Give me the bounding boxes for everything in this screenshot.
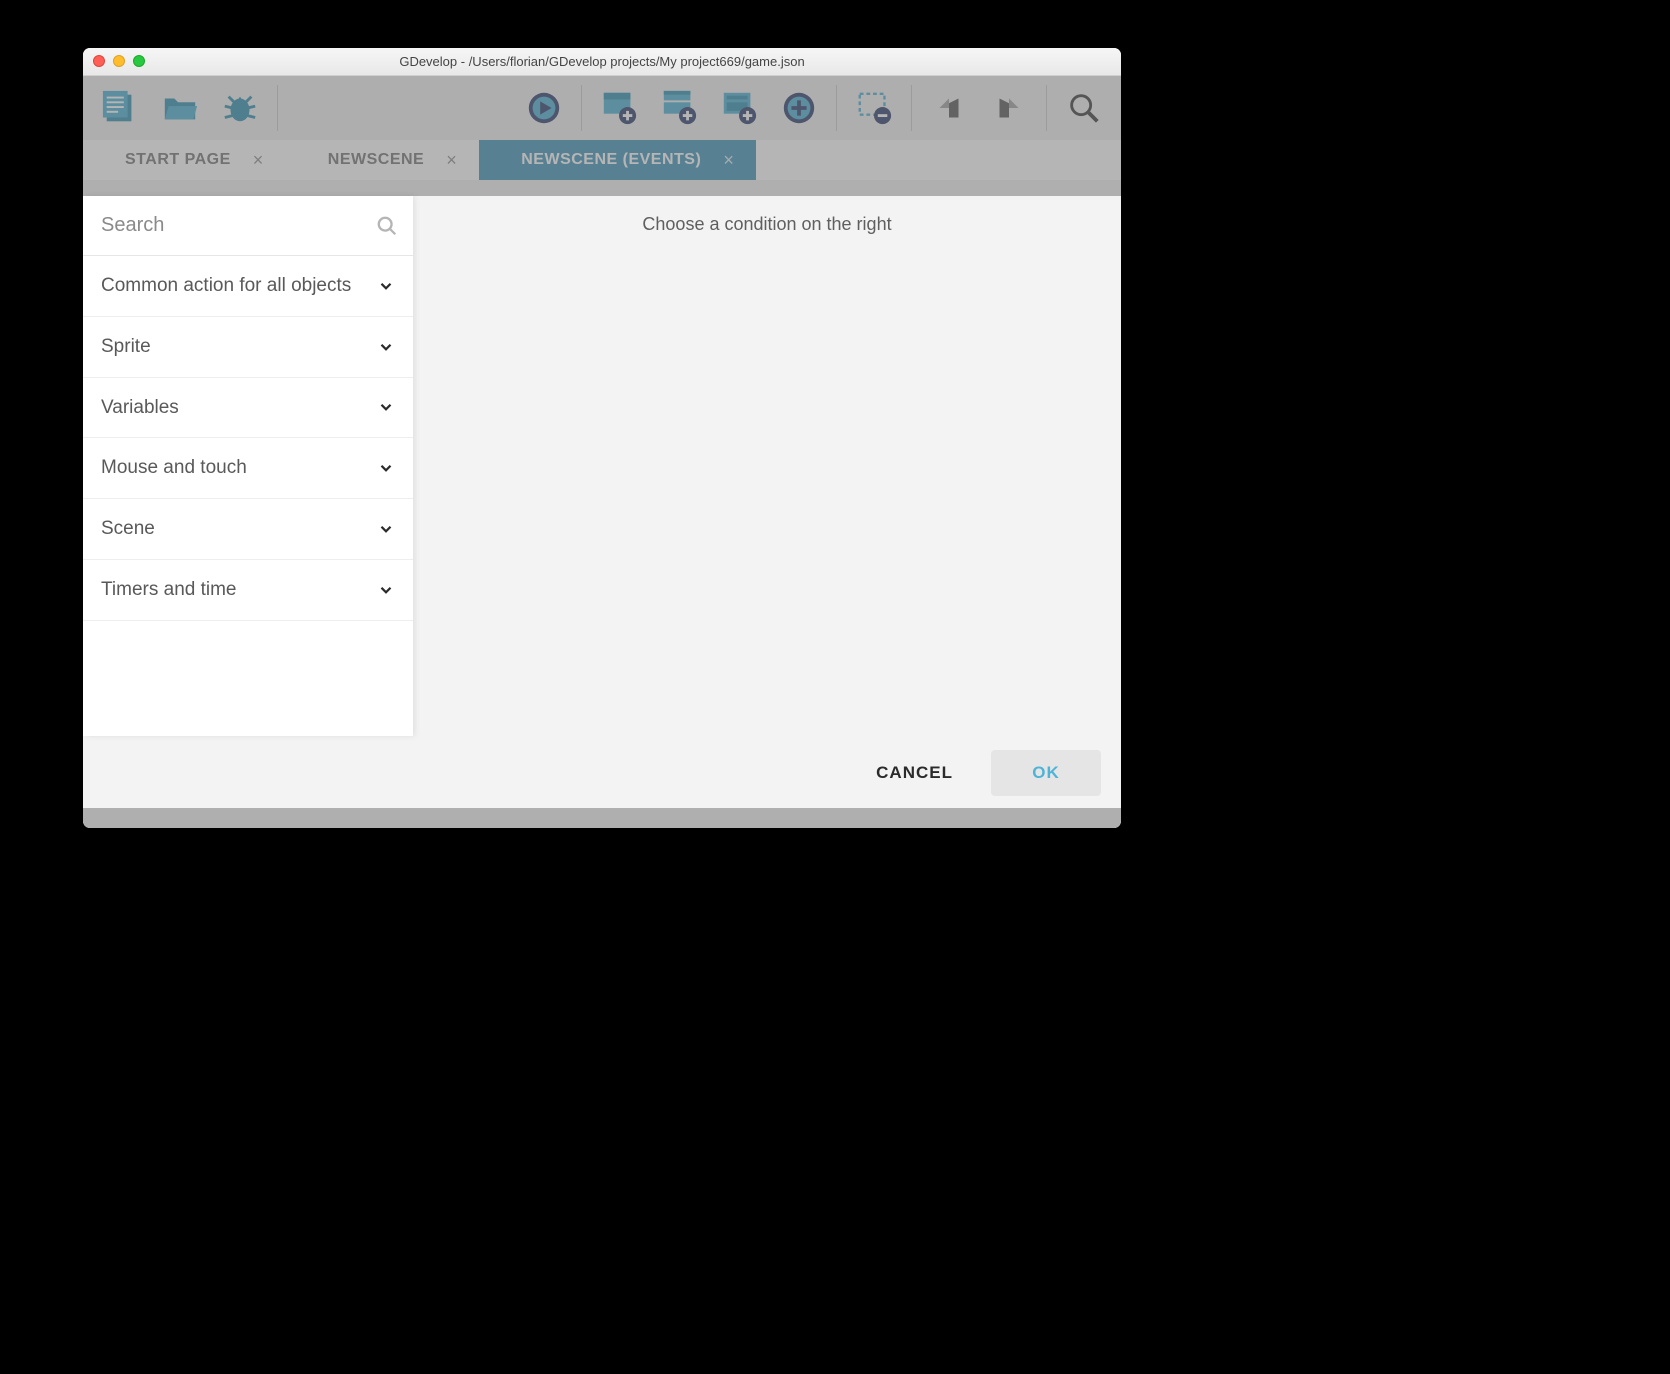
category-panel: Common action for all objects Sprite Var… — [83, 196, 413, 736]
category-label: Variables — [101, 396, 365, 420]
minimize-window-button[interactable] — [113, 55, 125, 67]
window-controls — [93, 55, 145, 67]
modal-body: Common action for all objects Sprite Var… — [83, 196, 1121, 738]
close-window-button[interactable] — [93, 55, 105, 67]
category-label: Common action for all objects — [101, 274, 365, 298]
window-title: GDevelop - /Users/florian/GDevelop proje… — [83, 54, 1121, 69]
chevron-down-icon — [377, 338, 395, 356]
chevron-down-icon — [377, 459, 395, 477]
category-variables[interactable]: Variables — [83, 378, 413, 439]
prompt-text: Choose a condition on the right — [413, 196, 1121, 235]
cancel-button[interactable]: CANCEL — [852, 750, 977, 796]
category-label: Sprite — [101, 335, 365, 359]
category-common-action[interactable]: Common action for all objects — [83, 256, 413, 317]
maximize-window-button[interactable] — [133, 55, 145, 67]
category-label: Timers and time — [101, 578, 365, 602]
chevron-down-icon — [377, 277, 395, 295]
search-row — [83, 196, 413, 256]
category-timers[interactable]: Timers and time — [83, 560, 413, 621]
modal-footer: CANCEL OK — [83, 738, 1121, 808]
chevron-down-icon — [377, 398, 395, 416]
category-label: Scene — [101, 517, 365, 541]
condition-detail-panel: Choose a condition on the right — [413, 196, 1121, 738]
chevron-down-icon — [377, 581, 395, 599]
category-label: Mouse and touch — [101, 456, 365, 480]
search-input[interactable] — [101, 214, 366, 237]
category-scene[interactable]: Scene — [83, 499, 413, 560]
search-icon — [376, 215, 398, 237]
condition-picker-modal: Common action for all objects Sprite Var… — [83, 196, 1121, 808]
ok-button[interactable]: OK — [991, 750, 1101, 796]
app-window: GDevelop - /Users/florian/GDevelop proje… — [83, 48, 1121, 828]
category-sprite[interactable]: Sprite — [83, 317, 413, 378]
category-mouse-touch[interactable]: Mouse and touch — [83, 438, 413, 499]
chevron-down-icon — [377, 520, 395, 538]
category-list: Common action for all objects Sprite Var… — [83, 256, 413, 736]
titlebar: GDevelop - /Users/florian/GDevelop proje… — [83, 48, 1121, 76]
